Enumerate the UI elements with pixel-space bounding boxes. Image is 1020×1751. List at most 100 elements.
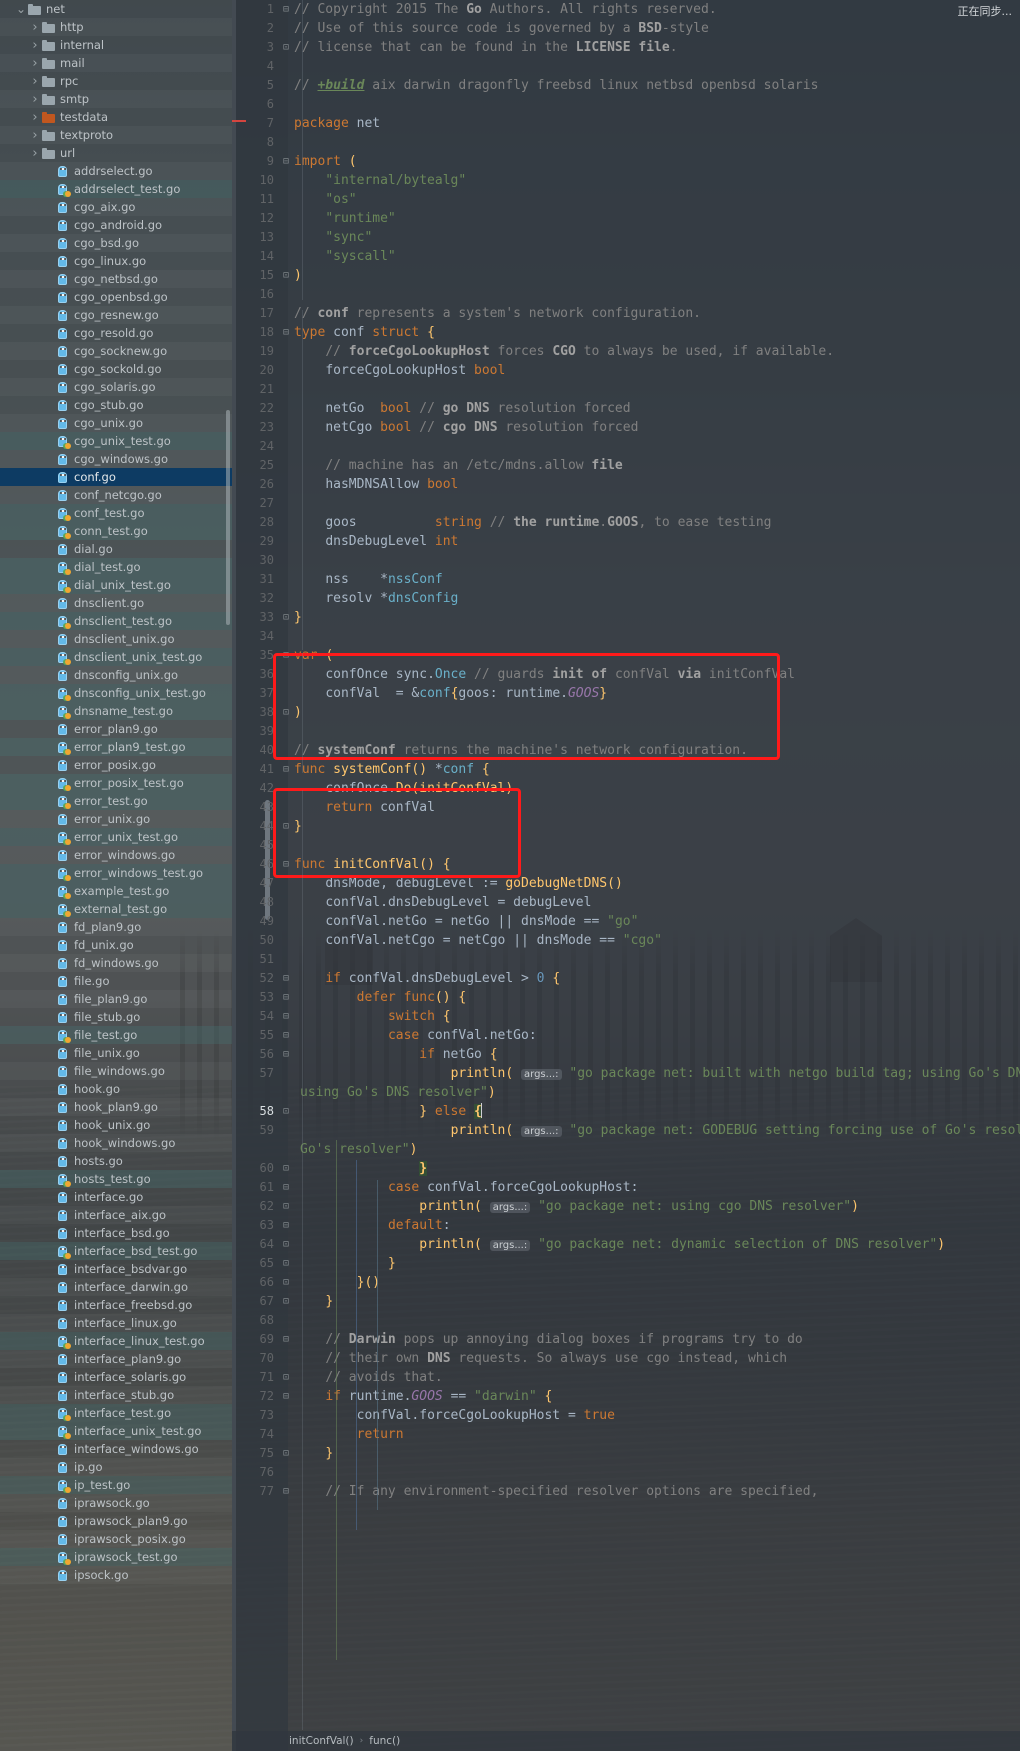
tree-item-interface-bsdvar-go[interactable]: ····interface_bsdvar.go	[0, 1260, 232, 1278]
tree-item-interface-test-go[interactable]: ····interface_test.go	[0, 1404, 232, 1422]
tree-item-hook-plan9-go[interactable]: ····hook_plan9.go	[0, 1098, 232, 1116]
tree-item-interface-unix-test-go[interactable]: ····interface_unix_test.go	[0, 1422, 232, 1440]
code-line-74[interactable]: 74 return	[232, 1425, 1020, 1444]
code-line-24[interactable]: 24	[232, 437, 1020, 456]
fold-end-icon[interactable]: ⊡	[280, 1444, 292, 1463]
fold-collapse-icon[interactable]: ⊟	[280, 855, 292, 874]
tree-item-interface-windows-go[interactable]: ····interface_windows.go	[0, 1440, 232, 1458]
tree-item-interface-linux-go[interactable]: ····interface_linux.go	[0, 1314, 232, 1332]
tree-item-cgo-resnew-go[interactable]: ····cgo_resnew.go	[0, 306, 232, 324]
code-line-6[interactable]: 6	[232, 95, 1020, 114]
project-tree-list[interactable]: ·⌄net··›http··›internal··›mail··›rpc··›s…	[0, 0, 232, 1584]
tree-item-iprawsock-posix-go[interactable]: ····iprawsock_posix.go	[0, 1530, 232, 1548]
code-line-65[interactable]: 65⊡ }	[232, 1254, 1020, 1273]
tree-item-example-test-go[interactable]: ····example_test.go	[0, 882, 232, 900]
fold-collapse-icon[interactable]: ⊟	[280, 1482, 292, 1501]
code-line-16[interactable]: 16	[232, 285, 1020, 304]
code-line-55[interactable]: 55⊟ case confVal.netGo:	[232, 1026, 1020, 1045]
code-line-71[interactable]: 71⊡ // avoids that.	[232, 1368, 1020, 1387]
tree-item-cgo-android-go[interactable]: ····cgo_android.go	[0, 216, 232, 234]
code-line-4[interactable]: 4	[232, 57, 1020, 76]
tree-item-dnsclient-go[interactable]: ····dnsclient.go	[0, 594, 232, 612]
fold-collapse-icon[interactable]: ⊟	[280, 969, 292, 988]
code-line-27[interactable]: 27	[232, 494, 1020, 513]
code-line-20[interactable]: 20 forceCgoLookupHost bool	[232, 361, 1020, 380]
code-line-58[interactable]: 58⊡ } else {	[232, 1102, 1020, 1121]
tree-item-internal[interactable]: ··›internal	[0, 36, 232, 54]
tree-item-dial-go[interactable]: ····dial.go	[0, 540, 232, 558]
fold-collapse-icon[interactable]: ⊟	[280, 152, 292, 171]
fold-collapse-icon[interactable]: ⊟	[280, 1178, 292, 1197]
chevron-right-icon[interactable]: ›	[28, 57, 42, 70]
code-line-40[interactable]: 40// systemConf returns the machine's ne…	[232, 741, 1020, 760]
tree-item-conf-go[interactable]: ····conf.go	[0, 468, 232, 486]
fold-end-icon[interactable]: ⊡	[280, 1273, 292, 1292]
tree-item-interface-solaris-go[interactable]: ····interface_solaris.go	[0, 1368, 232, 1386]
tree-item-interface-aix-go[interactable]: ····interface_aix.go	[0, 1206, 232, 1224]
chevron-right-icon[interactable]: ›	[28, 129, 42, 142]
code-line-13[interactable]: 13 "sync"	[232, 228, 1020, 247]
tree-item-interface-darwin-go[interactable]: ····interface_darwin.go	[0, 1278, 232, 1296]
tree-item-error-posix-test-go[interactable]: ····error_posix_test.go	[0, 774, 232, 792]
fold-collapse-icon[interactable]: ⊟	[280, 1045, 292, 1064]
tree-item-cgo-netbsd-go[interactable]: ····cgo_netbsd.go	[0, 270, 232, 288]
code-line-39[interactable]: 39	[232, 722, 1020, 741]
code-line-10[interactable]: 10 "internal/bytealg"	[232, 171, 1020, 190]
tree-item-hosts-test-go[interactable]: ····hosts_test.go	[0, 1170, 232, 1188]
fold-end-icon[interactable]: ⊡	[280, 1235, 292, 1254]
tree-item-error-plan9-go[interactable]: ····error_plan9.go	[0, 720, 232, 738]
tree-item-cgo-unix-test-go[interactable]: ····cgo_unix_test.go	[0, 432, 232, 450]
tree-item-cgo-unix-go[interactable]: ····cgo_unix.go	[0, 414, 232, 432]
code-line-9[interactable]: 9⊟import (	[232, 152, 1020, 171]
tree-item-error-unix-test-go[interactable]: ····error_unix_test.go	[0, 828, 232, 846]
code-line-26[interactable]: 26 hasMDNSAllow bool	[232, 475, 1020, 494]
code-line-64[interactable]: 64⊡ println( args...: "go package net: d…	[232, 1235, 1020, 1254]
fold-end-icon[interactable]: ⊡	[280, 703, 292, 722]
tree-item-file-plan9-go[interactable]: ····file_plan9.go	[0, 990, 232, 1008]
tree-item-addrselect-test-go[interactable]: ····addrselect_test.go	[0, 180, 232, 198]
code-line-43[interactable]: 43 return confVal	[232, 798, 1020, 817]
fold-end-icon[interactable]: ⊡	[280, 817, 292, 836]
code-line-68[interactable]: 68	[232, 1311, 1020, 1330]
code-line-53[interactable]: 53⊟ defer func() {	[232, 988, 1020, 1007]
project-tree-scrollbar[interactable]	[226, 410, 230, 625]
tree-item-testdata[interactable]: ··›testdata	[0, 108, 232, 126]
fold-end-icon[interactable]: ⊡	[280, 1254, 292, 1273]
tree-item-dnsconfig-unix-go[interactable]: ····dnsconfig_unix.go	[0, 666, 232, 684]
code-line-46[interactable]: 46⊟func initConfVal() {	[232, 855, 1020, 874]
fold-end-icon[interactable]: ⊡	[280, 1368, 292, 1387]
tree-item-dnsconfig-unix-test-go[interactable]: ····dnsconfig_unix_test.go	[0, 684, 232, 702]
tree-item-conf-netcgo-go[interactable]: ····conf_netcgo.go	[0, 486, 232, 504]
code-line-31[interactable]: 31 nss *nssConf	[232, 570, 1020, 589]
tree-item-hosts-go[interactable]: ····hosts.go	[0, 1152, 232, 1170]
tree-item-dnsname-test-go[interactable]: ····dnsname_test.go	[0, 702, 232, 720]
tree-item-fd-windows-go[interactable]: ····fd_windows.go	[0, 954, 232, 972]
tree-item-mail[interactable]: ··›mail	[0, 54, 232, 72]
code-line-54[interactable]: 54⊟ switch {	[232, 1007, 1020, 1026]
code-line-34[interactable]: 34	[232, 627, 1020, 646]
tree-item-dnsclient-test-go[interactable]: ····dnsclient_test.go	[0, 612, 232, 630]
code-line-36[interactable]: 36 confOnce sync.Once // guards init of …	[232, 665, 1020, 684]
code-line-7[interactable]: 7package net	[232, 114, 1020, 133]
code-line-28[interactable]: 28 goos string // the runtime.GOOS, to e…	[232, 513, 1020, 532]
code-line-51[interactable]: 51	[232, 950, 1020, 969]
tree-item-cgo-windows-go[interactable]: ····cgo_windows.go	[0, 450, 232, 468]
tree-item-url[interactable]: ··›url	[0, 144, 232, 162]
project-tree-panel[interactable]: ·⌄net··›http··›internal··›mail··›rpc··›s…	[0, 0, 232, 1751]
code-line-70[interactable]: 70 // their own DNS requests. So always …	[232, 1349, 1020, 1368]
code-line-49[interactable]: 49 confVal.netGo = netGo || dnsMode == "…	[232, 912, 1020, 931]
tree-item-file-windows-go[interactable]: ····file_windows.go	[0, 1062, 232, 1080]
code-line-42[interactable]: 42 confOnce.Do(initConfVal)	[232, 779, 1020, 798]
code-line-59[interactable]: 59 println( args...: "go package net: GO…	[232, 1121, 1020, 1140]
code-line-61[interactable]: 61⊟ case confVal.forceCgoLookupHost:	[232, 1178, 1020, 1197]
code-line-35[interactable]: 35⊟var (	[232, 646, 1020, 665]
fold-end-icon[interactable]: ⊡	[280, 1102, 292, 1121]
fold-collapse-icon[interactable]: ⊟	[280, 1007, 292, 1026]
tree-item-dnsclient-unix-go[interactable]: ····dnsclient_unix.go	[0, 630, 232, 648]
tree-item-fd-plan9-go[interactable]: ····fd_plan9.go	[0, 918, 232, 936]
tree-item-addrselect-go[interactable]: ····addrselect.go	[0, 162, 232, 180]
tree-item-interface-freebsd-go[interactable]: ····interface_freebsd.go	[0, 1296, 232, 1314]
code-line-5[interactable]: 5// +build aix darwin dragonfly freebsd …	[232, 76, 1020, 95]
code-line-37[interactable]: 37 confVal = &conf{goos: runtime.GOOS}	[232, 684, 1020, 703]
code-line-59-wrap[interactable]: Go's resolver")	[232, 1140, 1020, 1159]
